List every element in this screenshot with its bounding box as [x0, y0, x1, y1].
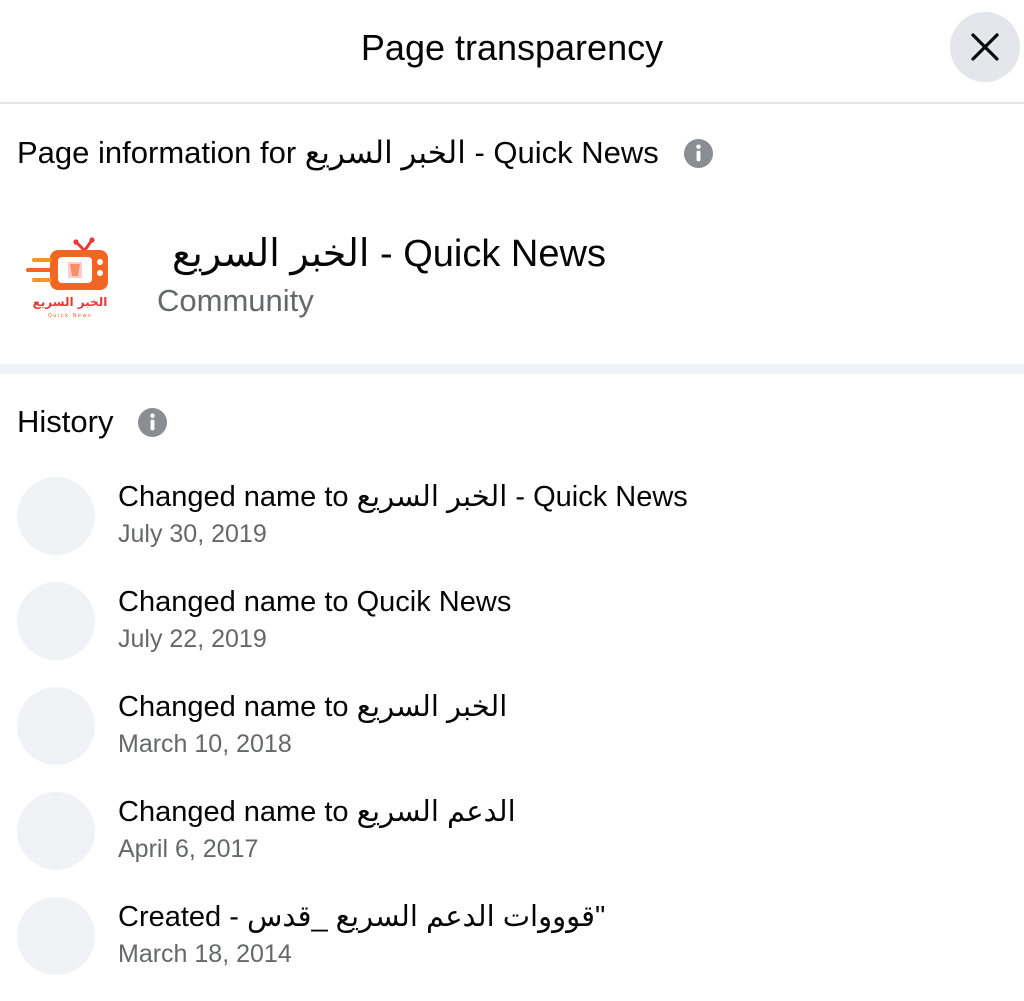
- history-date: March 18, 2014: [118, 940, 292, 968]
- retro-tv-logo: الخبر السريع Quick News: [26, 237, 108, 319]
- history-text: Changed name to الدعم السريع: [118, 792, 516, 832]
- history-item: Changed name to الخبر السريع March 10, 2…: [0, 687, 1024, 777]
- section-divider: [0, 364, 1024, 374]
- history-prefix: Changed name to: [118, 796, 357, 828]
- history-avatar: [17, 477, 95, 555]
- history-avatar: [17, 792, 95, 870]
- history-date: July 30, 2019: [118, 520, 267, 548]
- page-logo[interactable]: الخبر السريع Quick News: [20, 226, 120, 326]
- history-value: Qucik News: [356, 586, 512, 618]
- history-value: قوووات الدعم السريع _قدس": [246, 901, 606, 933]
- info-icon[interactable]: [137, 407, 168, 438]
- page-info-title: Page information for الخبر السريع - Quic…: [17, 135, 659, 170]
- close-icon: [971, 33, 999, 61]
- dialog-title: Page transparency: [360, 27, 664, 68]
- dialog-header: Page transparency: [0, 0, 1024, 104]
- history-prefix: Changed name to: [118, 481, 357, 513]
- history-text: Created - قوووات الدعم السريع _قدس": [118, 897, 605, 937]
- history-text: Changed name to Qucik News: [118, 582, 511, 622]
- history-prefix: Changed name to: [118, 586, 357, 618]
- close-button[interactable]: [950, 12, 1020, 82]
- history-date: July 22, 2019: [118, 625, 267, 653]
- page-category: Community: [157, 283, 314, 318]
- history-date: March 10, 2018: [118, 730, 292, 758]
- history-avatar: [17, 582, 95, 660]
- history-title: History: [17, 404, 114, 439]
- history-value: الخبر السريع: [356, 691, 508, 723]
- page-name: الخبر السريع - Quick News: [172, 233, 606, 275]
- history-text: Changed name to الخبر السريع - Quick New…: [118, 477, 688, 517]
- info-icon[interactable]: [683, 138, 714, 169]
- logo-subtext: Quick News: [48, 313, 92, 319]
- logo-text: الخبر السريع: [33, 295, 108, 309]
- history-text: Changed name to الخبر السريع: [118, 687, 507, 727]
- history-avatar: [17, 687, 95, 765]
- history-item: Changed name to الخبر السريع - Quick New…: [0, 477, 1024, 567]
- history-heading: History: [17, 402, 168, 442]
- history-avatar: [17, 897, 95, 975]
- history-value: الدعم السريع: [356, 796, 516, 828]
- page-info-heading: Page information for الخبر السريع - Quic…: [17, 133, 714, 173]
- history-value: الخبر السريع - Quick News: [356, 481, 688, 513]
- history-date: April 6, 2017: [118, 835, 259, 863]
- history-prefix: Changed name to: [118, 691, 357, 723]
- history-item: Changed name to الدعم السريع April 6, 20…: [0, 792, 1024, 882]
- history-prefix: Created -: [118, 901, 247, 933]
- history-item: Created - قوووات الدعم السريع _قدس" Marc…: [0, 897, 1024, 987]
- history-item: Changed name to Qucik News July 22, 2019: [0, 582, 1024, 672]
